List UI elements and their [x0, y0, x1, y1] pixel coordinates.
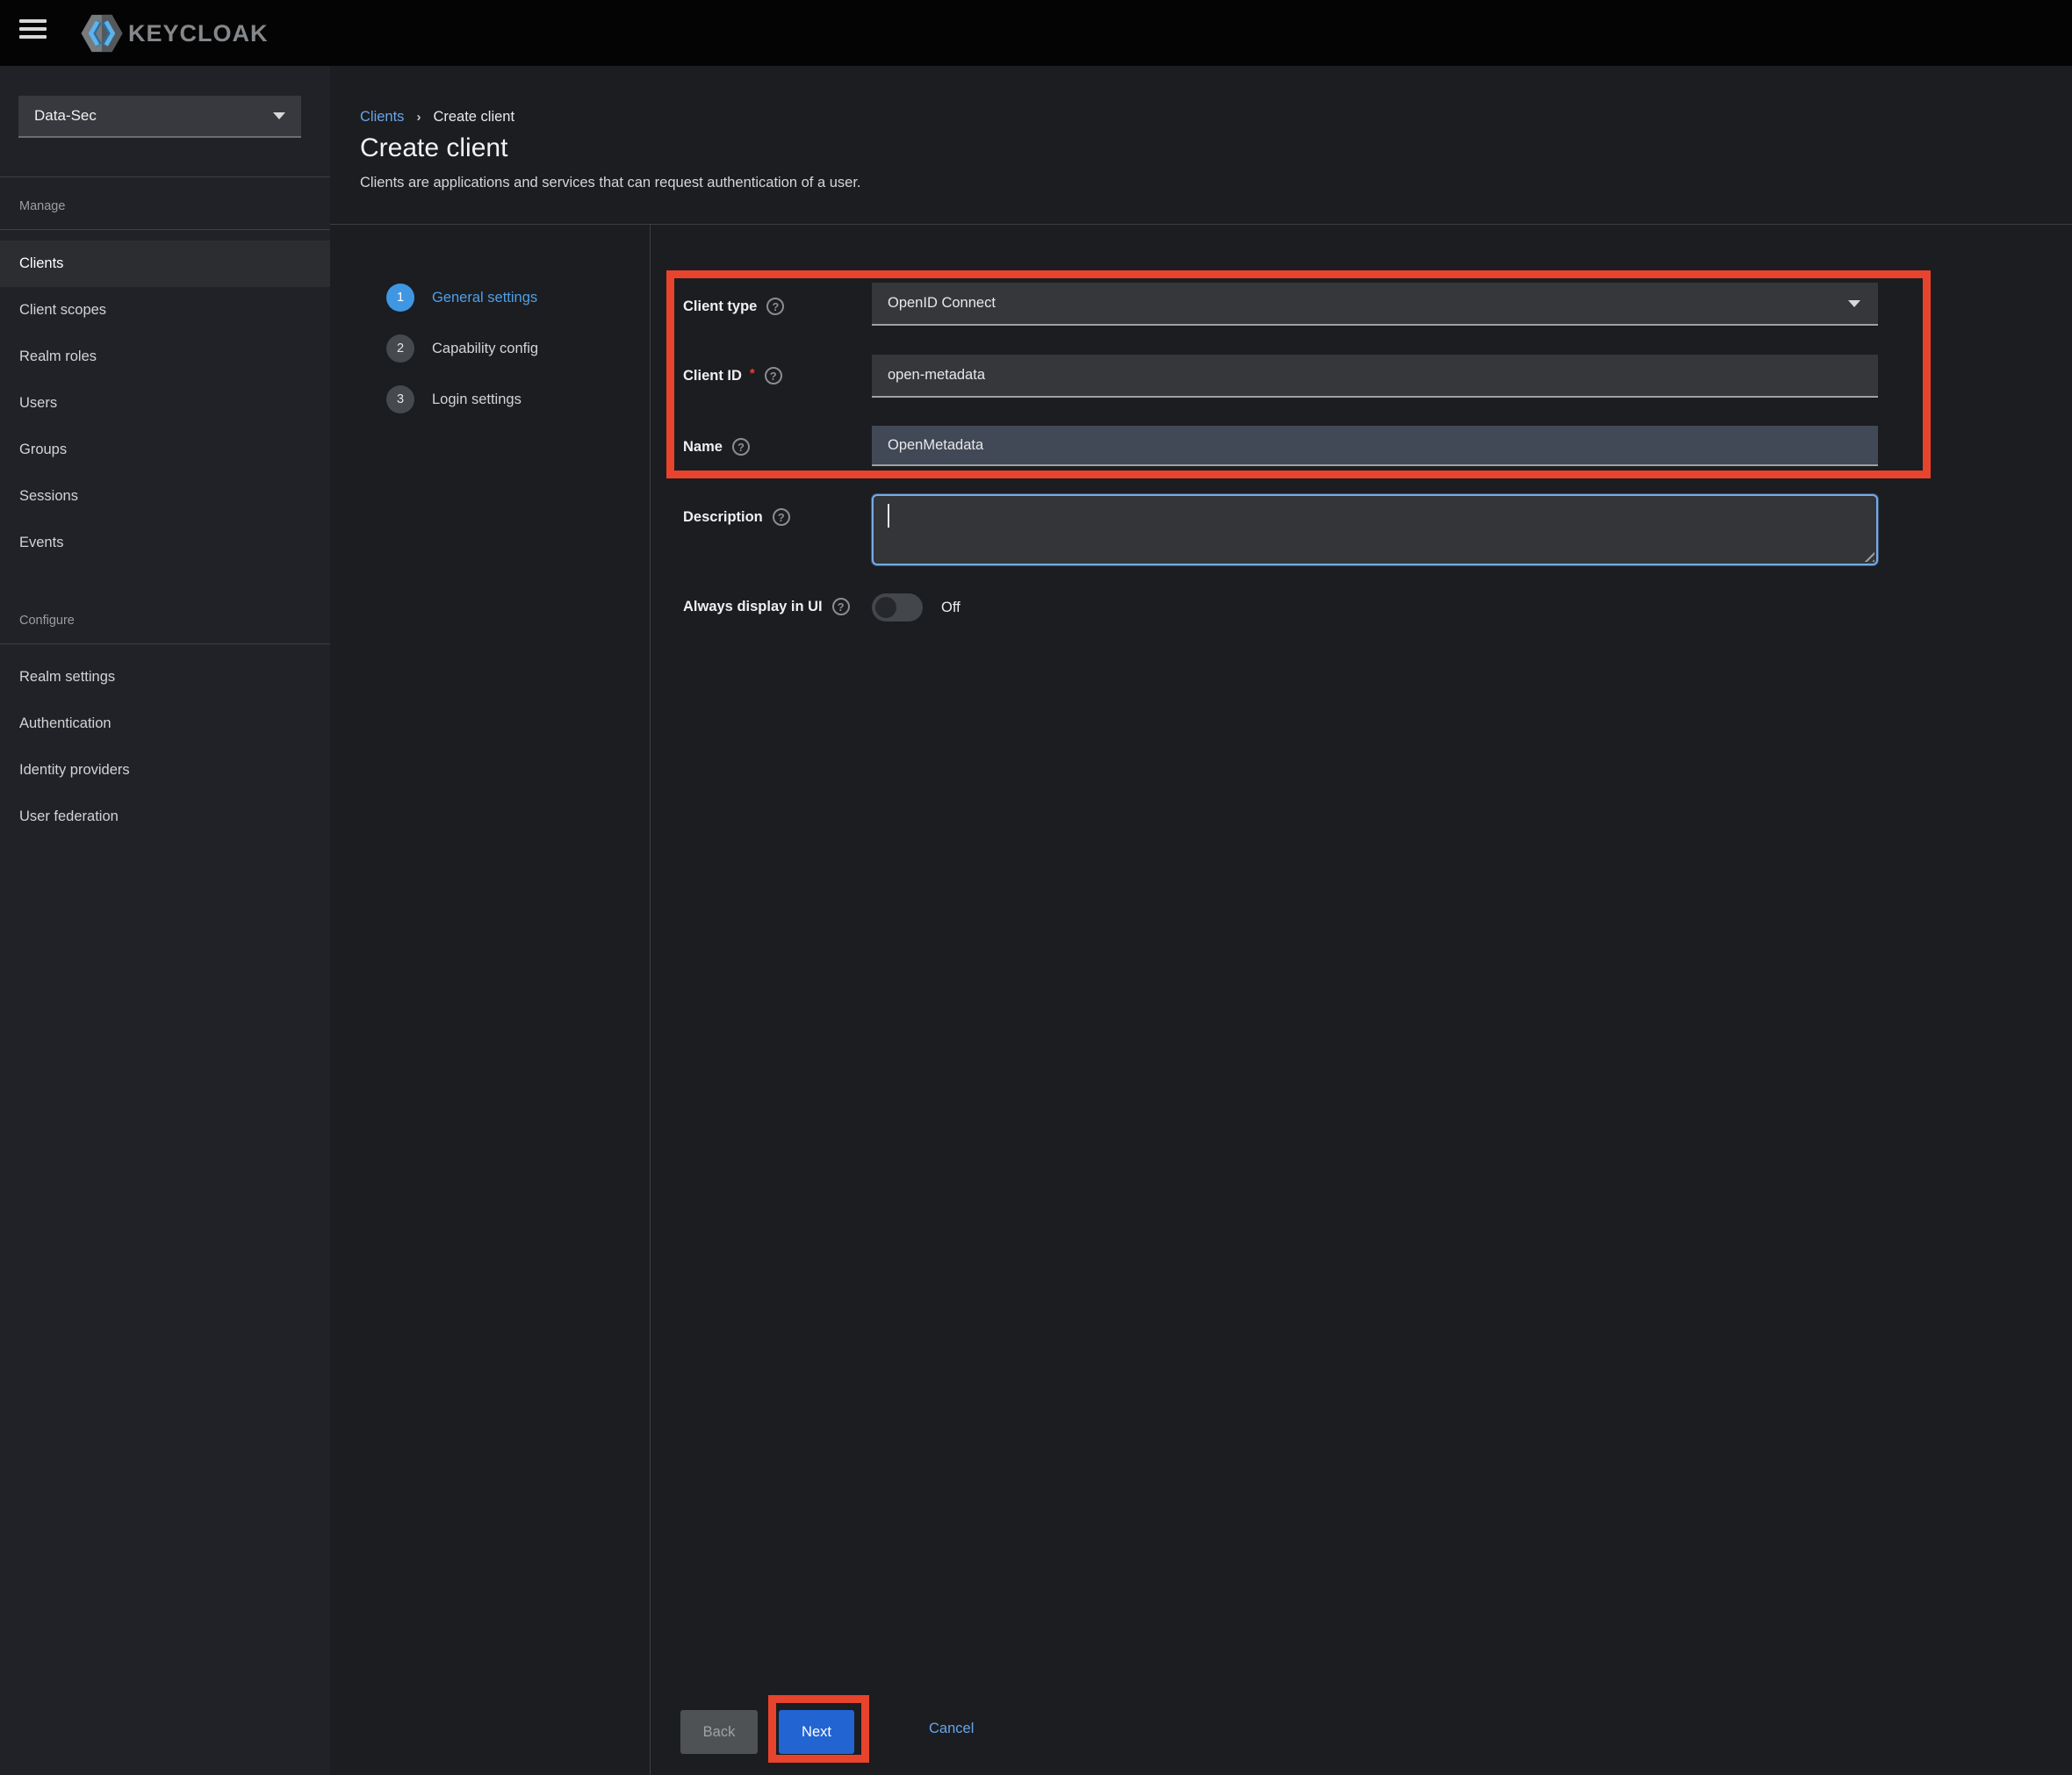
sidebar-item-authentication[interactable]: Authentication — [0, 701, 330, 747]
sidebar-configure-items: Realm settings Authentication Identity p… — [0, 654, 330, 840]
sidebar-item-realm-settings[interactable]: Realm settings — [0, 654, 330, 701]
name-input[interactable] — [872, 426, 1878, 466]
toggle-state-text: Off — [941, 593, 960, 622]
sidebar-section-configure: Configure — [19, 614, 75, 628]
step-number-badge: 3 — [386, 385, 414, 413]
text-cursor — [888, 504, 889, 528]
breadcrumb: Clients › Create client — [360, 109, 514, 126]
step-number-badge: 1 — [386, 284, 414, 312]
realm-selector-value: Data-Sec — [34, 107, 273, 125]
sidebar-item-users[interactable]: Users — [0, 380, 330, 427]
page-title: Create client — [360, 133, 507, 163]
wizard-step-login-settings[interactable]: 3 Login settings — [386, 385, 522, 413]
sidebar-item-clients[interactable]: Clients — [0, 241, 330, 287]
cancel-link[interactable]: Cancel — [929, 1721, 974, 1737]
sidebar: Data-Sec Manage Clients Client scopes Re… — [0, 66, 330, 1775]
sidebar-divider — [0, 643, 330, 644]
description-textarea[interactable] — [872, 494, 1878, 565]
name-label: Name ? — [683, 435, 750, 458]
sidebar-item-events[interactable]: Events — [0, 520, 330, 566]
hamburger-menu-icon[interactable] — [19, 18, 47, 40]
keycloak-hexagon-icon — [81, 11, 123, 55]
top-bar: KEYCLOAK — [0, 0, 2072, 66]
chevron-down-icon — [273, 112, 285, 119]
help-icon[interactable]: ? — [766, 298, 784, 315]
description-label: Description ? — [683, 506, 790, 528]
keycloak-logo[interactable]: KEYCLOAK — [81, 8, 269, 59]
chevron-right-icon: › — [416, 110, 421, 125]
step-number-badge: 2 — [386, 334, 414, 363]
client-type-select[interactable]: OpenID Connect — [872, 283, 1878, 326]
sidebar-divider — [0, 176, 330, 177]
page-subtitle: Clients are applications and services th… — [360, 175, 861, 191]
toggle-knob — [875, 597, 896, 618]
help-icon[interactable]: ? — [765, 367, 782, 384]
client-id-input[interactable] — [872, 355, 1878, 398]
sidebar-manage-items: Clients Client scopes Realm roles Users … — [0, 241, 330, 566]
realm-selector[interactable]: Data-Sec — [18, 96, 301, 138]
help-icon[interactable]: ? — [773, 508, 790, 526]
wizard-panel-divider — [650, 225, 651, 1775]
required-asterisk: * — [750, 366, 755, 381]
sidebar-divider — [0, 229, 330, 230]
sidebar-item-identity-providers[interactable]: Identity providers — [0, 747, 330, 794]
brand-text: KEYCLOAK — [128, 20, 269, 47]
help-icon[interactable]: ? — [832, 598, 850, 615]
sidebar-item-groups[interactable]: Groups — [0, 427, 330, 473]
client-id-label: Client ID * ? — [683, 364, 782, 387]
next-button[interactable]: Next — [779, 1710, 854, 1754]
back-button[interactable]: Back — [680, 1710, 758, 1754]
wizard-step-capability-config[interactable]: 2 Capability config — [386, 334, 538, 363]
sidebar-item-user-federation[interactable]: User federation — [0, 794, 330, 840]
always-display-toggle[interactable] — [872, 593, 923, 622]
sidebar-section-manage: Manage — [19, 199, 65, 213]
resize-handle[interactable] — [1861, 549, 1874, 562]
breadcrumb-current: Create client — [433, 109, 514, 126]
sidebar-item-client-scopes[interactable]: Client scopes — [0, 287, 330, 334]
client-type-value: OpenID Connect — [888, 295, 996, 312]
always-display-label: Always display in UI ? — [683, 595, 850, 618]
client-type-label: Client type ? — [683, 295, 784, 318]
help-icon[interactable]: ? — [732, 438, 750, 456]
breadcrumb-clients-link[interactable]: Clients — [360, 109, 404, 126]
chevron-down-icon — [1848, 300, 1860, 307]
sidebar-item-sessions[interactable]: Sessions — [0, 473, 330, 520]
header-divider — [330, 224, 2072, 225]
wizard-step-general-settings[interactable]: 1 General settings — [386, 284, 537, 312]
sidebar-item-realm-roles[interactable]: Realm roles — [0, 334, 330, 380]
